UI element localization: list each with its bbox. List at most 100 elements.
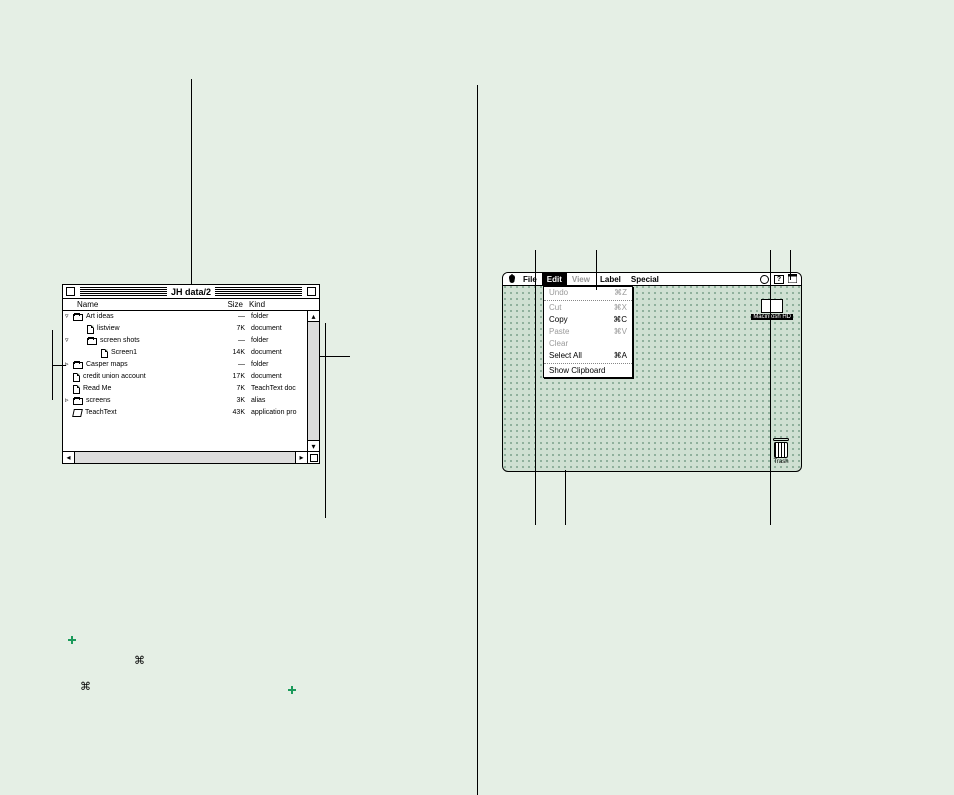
scroll-left-arrow-icon[interactable]: ◂ (63, 452, 75, 463)
disclosure-open-icon[interactable]: ▿ (65, 311, 73, 323)
disclosure-closed-icon[interactable]: ▹ (65, 395, 73, 407)
finder-titlebar[interactable]: JH data/2 (63, 285, 319, 299)
callout-line (320, 356, 350, 357)
callout-line (52, 365, 66, 366)
close-box[interactable] (66, 287, 75, 296)
item-kind: folder (245, 335, 307, 347)
callout-line (770, 250, 771, 525)
item-kind: folder (245, 359, 307, 371)
menu-item-shortcut: ⌘A (614, 351, 627, 361)
col-header-size[interactable]: Size (213, 300, 243, 309)
menu-item-paste: Paste ⌘V (544, 326, 632, 338)
list-row[interactable]: Read Me7KTeachText doc (63, 383, 307, 395)
list-row[interactable]: credit union account17Kdocument (63, 371, 307, 383)
window-title: JH data/2 (167, 287, 215, 297)
desktop-screenshot: File Edit View Label Special ? Undo⌘Z Cut… (502, 272, 802, 472)
grow-box[interactable] (307, 452, 319, 463)
scroll-up-arrow-icon[interactable]: ▴ (308, 311, 319, 322)
menu-file[interactable]: File (518, 273, 542, 285)
startup-disk-icon[interactable]: Macintosh HD (751, 299, 793, 320)
list-column-header: Name Size Kind (63, 299, 319, 311)
menubar-clock-icon[interactable] (760, 275, 769, 284)
help-menu-icon[interactable]: ? (774, 275, 784, 284)
item-name: screens (86, 395, 215, 407)
vertical-scrollbar[interactable]: ▴ ▾ (307, 311, 319, 451)
item-kind: alias (245, 395, 307, 407)
list-row[interactable]: Screen114Kdocument (63, 347, 307, 359)
folder-icon (73, 398, 83, 405)
folder-icon (87, 338, 97, 345)
item-name: listview (97, 323, 215, 335)
hscroll-track[interactable] (75, 452, 295, 463)
item-kind: application pro (245, 407, 307, 419)
trash-label: Trash (773, 459, 789, 465)
list-row[interactable]: listview7Kdocument (63, 323, 307, 335)
item-name: TeachText (85, 407, 215, 419)
doc-icon (87, 325, 94, 334)
list-row[interactable]: TeachText43Kapplication pro (63, 407, 307, 419)
menu-special[interactable]: Special (626, 273, 664, 285)
col-header-name[interactable]: Name (77, 300, 213, 309)
item-name: screen shots (100, 335, 215, 347)
menu-item-undo: Undo⌘Z (544, 287, 632, 299)
finder-list-window: JH data/2 Name Size Kind ▿Art ideas—fold… (62, 284, 320, 464)
menu-bar: File Edit View Label Special ? (503, 273, 801, 286)
menu-item-label: Copy (549, 315, 568, 325)
command-key-glyph-icon: ⌘ (80, 680, 91, 693)
list-row[interactable]: ▿Art ideas—folder (63, 311, 307, 323)
item-name: Casper maps (86, 359, 215, 371)
menu-item-show-clipboard[interactable]: Show Clipboard (544, 365, 632, 377)
menu-item-label: Paste (549, 327, 569, 337)
folder-icon (73, 314, 83, 321)
item-name: Read Me (83, 383, 215, 395)
col-header-kind[interactable]: Kind (243, 300, 319, 309)
list-row[interactable]: ▿screen shots—folder (63, 335, 307, 347)
menu-item-label: Select All (549, 351, 582, 361)
menu-item-label: Cut (549, 303, 561, 313)
menu-edit[interactable]: Edit (542, 273, 567, 285)
list-row[interactable]: ▹screens3Kalias (63, 395, 307, 407)
page-column-divider (477, 85, 478, 795)
menu-item-select-all[interactable]: Select All ⌘A (544, 350, 632, 362)
item-kind: document (245, 371, 307, 383)
doc-icon (73, 385, 80, 394)
item-size: 14K (215, 347, 245, 359)
menu-item-label: Undo (549, 288, 568, 298)
menu-item-label: Show Clipboard (549, 366, 605, 376)
list-row[interactable]: ▹ Casper maps—folder (63, 359, 307, 371)
apple-menu-icon[interactable] (506, 274, 518, 285)
scroll-right-arrow-icon[interactable]: ▸ (295, 452, 307, 463)
menu-item-copy[interactable]: Copy⌘C (544, 314, 632, 326)
folder-icon (73, 362, 83, 369)
item-kind: document (245, 323, 307, 335)
menu-separator (544, 363, 632, 364)
item-size: 17K (215, 371, 245, 383)
menu-item-shortcut: ⌘V (614, 327, 627, 337)
zoom-box[interactable] (307, 287, 316, 296)
item-kind: folder (245, 311, 307, 323)
trash-icon[interactable]: Trash (773, 438, 789, 465)
menu-item-cut: Cut⌘X (544, 302, 632, 314)
application-menu-icon[interactable] (786, 274, 798, 285)
item-kind: document (245, 347, 307, 359)
callout-line (325, 323, 326, 518)
item-size: 7K (215, 383, 245, 395)
menu-item-label: Clear (549, 339, 568, 349)
callout-line (191, 79, 192, 284)
item-size: — (215, 359, 245, 371)
horizontal-scrollbar[interactable]: ◂ ▸ (63, 451, 319, 463)
menu-view[interactable]: View (567, 273, 595, 285)
edit-menu-dropdown: Undo⌘Z Cut⌘XCopy⌘CPaste ⌘V Clear Select All ⌘… (543, 286, 633, 378)
scroll-down-arrow-icon[interactable]: ▾ (308, 440, 319, 451)
disk-label: Macintosh HD (751, 314, 793, 320)
disclosure-closed-icon[interactable]: ▹ (65, 359, 73, 371)
trash-can-icon (774, 442, 788, 458)
callout-line (596, 250, 597, 290)
item-name: Art ideas (86, 311, 215, 323)
disclosure-open-icon[interactable]: ▿ (65, 335, 73, 347)
doc-icon (73, 373, 80, 382)
menu-label[interactable]: Label (595, 273, 626, 285)
item-size: 7K (215, 323, 245, 335)
app-icon (72, 409, 83, 417)
item-kind: TeachText doc (245, 383, 307, 395)
